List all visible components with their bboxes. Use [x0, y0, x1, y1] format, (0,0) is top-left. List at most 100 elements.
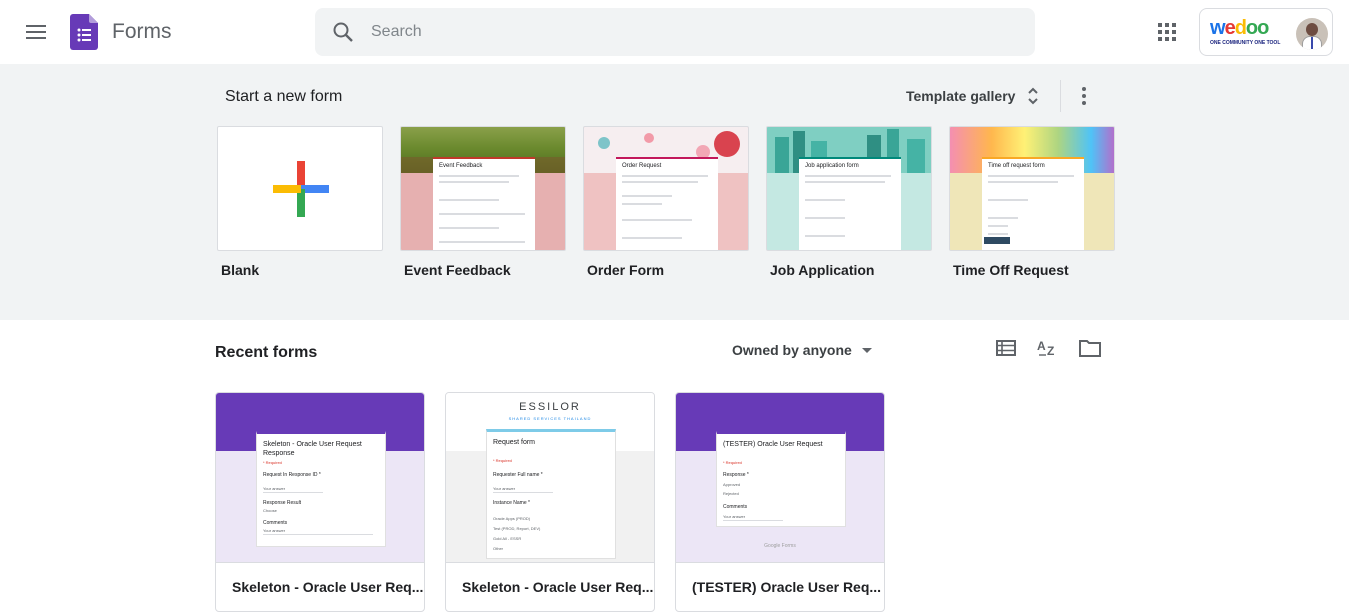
sort-button[interactable]: A Z — [1036, 336, 1060, 360]
mini-form-placeholder: Your answer — [723, 514, 746, 519]
card-line — [805, 181, 885, 183]
template-thumbnail[interactable]: Event Feedback — [400, 126, 566, 251]
template-thumbnail[interactable]: Time off request form — [949, 126, 1115, 251]
template-form-card: Event Feedback — [433, 157, 535, 250]
banner-brand: ESSILOR — [519, 401, 581, 413]
search-icon[interactable] — [331, 20, 355, 44]
building-decoration — [775, 137, 789, 173]
card-line — [988, 181, 1058, 183]
card-line — [622, 203, 662, 205]
search-input[interactable] — [371, 8, 1011, 56]
template-blank[interactable]: Blank — [217, 126, 383, 278]
sort-az-icon: A Z — [1037, 339, 1054, 358]
card-line — [988, 225, 1008, 227]
start-new-form-title: Start a new form — [225, 88, 343, 105]
mini-form-placeholder: Your answer — [263, 528, 286, 533]
recent-form-card[interactable]: Skeleton - Oracle User Request Response … — [215, 392, 425, 612]
template-form-card: Job application form — [799, 157, 901, 250]
more-vert-icon — [1082, 87, 1086, 105]
template-job-application[interactable]: Job application form Job Application — [766, 126, 932, 278]
thumbnail-footer: Google Forms — [764, 543, 796, 549]
list-view-icon — [996, 340, 1016, 356]
folder-icon — [1079, 340, 1101, 357]
mini-form-preview: Request form * Required Requester Full n… — [486, 429, 616, 559]
flower-decoration — [714, 131, 740, 157]
mini-form-option: Other — [493, 546, 504, 551]
svg-text:A: A — [1037, 339, 1046, 353]
brand-letter-e: e — [1224, 17, 1236, 39]
form-thumbnail[interactable]: Skeleton - Oracle User Request Response … — [216, 393, 424, 563]
card-line — [439, 227, 499, 229]
next-button-swatch — [984, 237, 1010, 244]
mini-form-placeholder: Your answer — [263, 486, 286, 491]
template-event-feedback[interactable]: Event Feedback Event Feedback — [400, 126, 566, 278]
template-label: Blank — [221, 262, 260, 278]
card-line — [439, 213, 525, 215]
mini-form-question: Request In Response ID * — [263, 472, 321, 478]
mini-form-option: Oracle Apps (PROD) — [493, 516, 531, 521]
mini-form-preview: (TESTER) Oracle User Request * Required … — [716, 431, 846, 527]
open-file-picker-button[interactable] — [1078, 336, 1102, 360]
mini-form-underline — [263, 492, 323, 493]
flower-decoration — [644, 133, 654, 143]
template-label: Event Feedback — [404, 262, 511, 278]
search-bar[interactable] — [315, 8, 1035, 56]
template-gallery-button[interactable]: Template gallery — [906, 84, 1039, 108]
card-line — [622, 181, 698, 183]
card-line — [439, 181, 509, 183]
organization-logo: wedoo ONE COMMUNITY ONE TOOL — [1210, 17, 1294, 49]
card-line — [988, 217, 1018, 219]
mini-form-question: Response Result — [263, 500, 302, 506]
flower-decoration — [598, 137, 610, 149]
template-form-card: Order Request — [616, 157, 718, 250]
brand-letter-o1: o — [1245, 17, 1258, 39]
mini-form-underline — [723, 520, 783, 521]
template-thumbnail[interactable]: Job application form — [766, 126, 932, 251]
forms-logo-icon[interactable] — [70, 14, 98, 50]
template-section: Start a new form Template gallery Blank — [0, 64, 1349, 320]
template-label: Order Form — [587, 262, 665, 278]
building-decoration — [907, 139, 925, 173]
card-line — [988, 233, 1008, 235]
google-apps-button[interactable] — [1147, 12, 1187, 52]
mini-form-option: Test (PROD, Report, DEV) — [493, 526, 541, 531]
card-line — [805, 235, 845, 237]
mini-form-preview: Skeleton - Oracle User Request Response … — [256, 431, 386, 547]
template-more-button[interactable] — [1072, 82, 1096, 110]
app-title[interactable]: Forms — [112, 20, 172, 44]
mini-form-required: * Required — [723, 460, 742, 465]
plus-icon — [273, 161, 329, 217]
avatar[interactable] — [1296, 18, 1328, 50]
template-time-off-request[interactable]: Time off request form Time Off Request — [949, 126, 1115, 278]
template-order-form[interactable]: Order Request Order Form — [583, 126, 749, 278]
top-bar: Forms wedoo ONE COMMUNITY ONE TOOL — [0, 0, 1349, 64]
recent-form-card[interactable]: (TESTER) Oracle User Request * Required … — [675, 392, 885, 612]
card-line — [805, 175, 891, 177]
form-thumbnail[interactable]: (TESTER) Oracle User Request * Required … — [676, 393, 884, 563]
main-menu-button[interactable] — [16, 12, 56, 52]
mini-form-question: Comments — [723, 504, 748, 510]
caret-down-icon — [861, 347, 872, 353]
recent-form-card[interactable]: ESSILOR SHARED SERVICES THAILAND Request… — [445, 392, 655, 612]
banner-subtitle: SHARED SERVICES THAILAND — [508, 416, 592, 421]
mini-form-question: Requester Full name * — [493, 472, 543, 478]
template-thumbnail[interactable]: Order Request — [583, 126, 749, 251]
template-thumbnail[interactable] — [217, 126, 383, 251]
list-view-button[interactable] — [994, 336, 1018, 360]
card-line — [805, 217, 845, 219]
template-label: Job Application — [770, 262, 875, 278]
mini-form-question: Response * — [723, 472, 749, 478]
mini-form-title: (TESTER) Oracle User Request — [723, 441, 823, 448]
owner-filter-label: Owned by anyone — [732, 342, 852, 358]
template-gallery-label: Template gallery — [906, 88, 1016, 104]
owner-filter-dropdown[interactable]: Owned by anyone — [732, 340, 872, 360]
mini-form-underline — [493, 492, 553, 493]
recent-form-title: Skeleton - Oracle User Req... — [232, 579, 424, 595]
card-line — [622, 195, 672, 197]
form-thumbnail[interactable]: ESSILOR SHARED SERVICES THAILAND Request… — [446, 393, 654, 563]
account-button[interactable]: wedoo ONE COMMUNITY ONE TOOL — [1199, 8, 1333, 56]
brand-letter-o2: o — [1257, 17, 1269, 39]
template-card-title: Job application form — [805, 163, 859, 169]
brand-tagline: ONE COMMUNITY ONE TOOL — [1210, 40, 1281, 46]
mini-form-option: Approved — [723, 482, 741, 487]
